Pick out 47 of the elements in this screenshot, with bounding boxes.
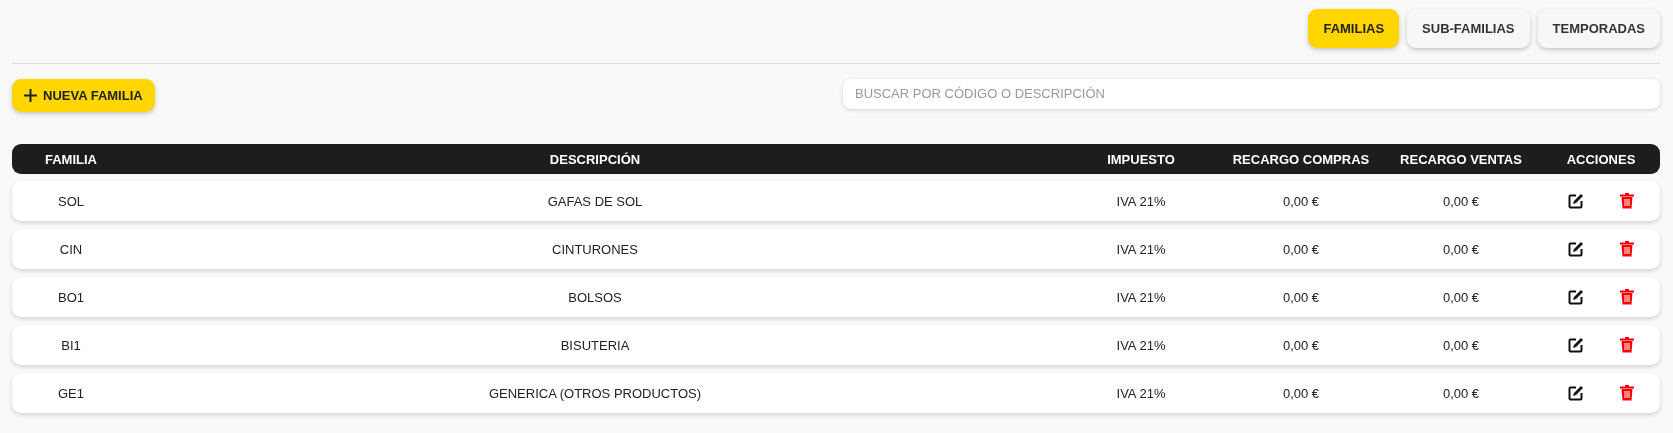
edit-icon[interactable] xyxy=(1568,385,1584,401)
new-family-button[interactable]: NUEVA FAMILIA xyxy=(12,79,155,112)
table-cell: BO1 xyxy=(58,289,84,305)
tab[interactable]: SUB-FAMILIAS xyxy=(1407,9,1530,48)
table-cell: 0,00 € xyxy=(1442,289,1480,305)
column-header: IMPUESTO xyxy=(1107,151,1175,167)
table-cell: IVA 21% xyxy=(1116,385,1166,401)
trash-icon[interactable] xyxy=(1620,337,1634,353)
table-cell: 0,00 € xyxy=(1282,241,1320,257)
edit-icon[interactable] xyxy=(1568,289,1584,305)
table-cell: BI1 xyxy=(61,337,81,353)
search-field[interactable]: BUSCAR POR CÓDIGO O DESCRIPCIÓN xyxy=(843,78,1660,109)
trash-icon[interactable] xyxy=(1620,385,1634,401)
table-cell: CIN xyxy=(59,241,83,257)
edit-icon[interactable] xyxy=(1568,337,1584,353)
column-header: RECARGO VENTAS xyxy=(1400,151,1522,167)
table-cell: 0,00 € xyxy=(1442,337,1480,353)
tab[interactable]: TEMPORADAS xyxy=(1537,9,1660,48)
column-header: DESCRIPCIÓN xyxy=(549,151,641,167)
table-cell: 0,00 € xyxy=(1282,385,1320,401)
table-cell: CINTURONES xyxy=(552,241,638,257)
table-cell: GE1 xyxy=(58,385,84,401)
table-cell: 0,00 € xyxy=(1282,289,1320,305)
table-cell: GAFAS DE SOL xyxy=(547,193,643,209)
table-cell: SOL xyxy=(58,193,84,209)
table-cell: BOLSOS xyxy=(568,289,622,305)
trash-icon[interactable] xyxy=(1620,193,1634,209)
table-cell: 0,00 € xyxy=(1442,193,1480,209)
table-cell: 0,00 € xyxy=(1442,241,1480,257)
column-header: RECARGO COMPRAS xyxy=(1232,151,1370,167)
column-header: FAMILIA xyxy=(45,151,97,167)
table-cell: IVA 21% xyxy=(1116,193,1166,209)
plus-icon xyxy=(24,89,37,102)
tab[interactable]: FAMILIAS xyxy=(1308,9,1400,48)
table-cell: IVA 21% xyxy=(1116,337,1166,353)
table-cell: IVA 21% xyxy=(1116,289,1166,305)
table-cell: 0,00 € xyxy=(1282,193,1320,209)
table-cell: IVA 21% xyxy=(1116,241,1166,257)
trash-icon[interactable] xyxy=(1620,241,1634,257)
trash-icon[interactable] xyxy=(1620,289,1634,305)
table-cell: 0,00 € xyxy=(1282,337,1320,353)
table-cell: 0,00 € xyxy=(1442,385,1480,401)
column-header: ACCIONES xyxy=(1566,151,1636,167)
edit-icon[interactable] xyxy=(1568,193,1584,209)
table-cell: BISUTERIA xyxy=(560,337,630,353)
edit-icon[interactable] xyxy=(1568,241,1584,257)
table-cell: GENERICA (OTROS PRODUCTOS) xyxy=(488,385,702,401)
